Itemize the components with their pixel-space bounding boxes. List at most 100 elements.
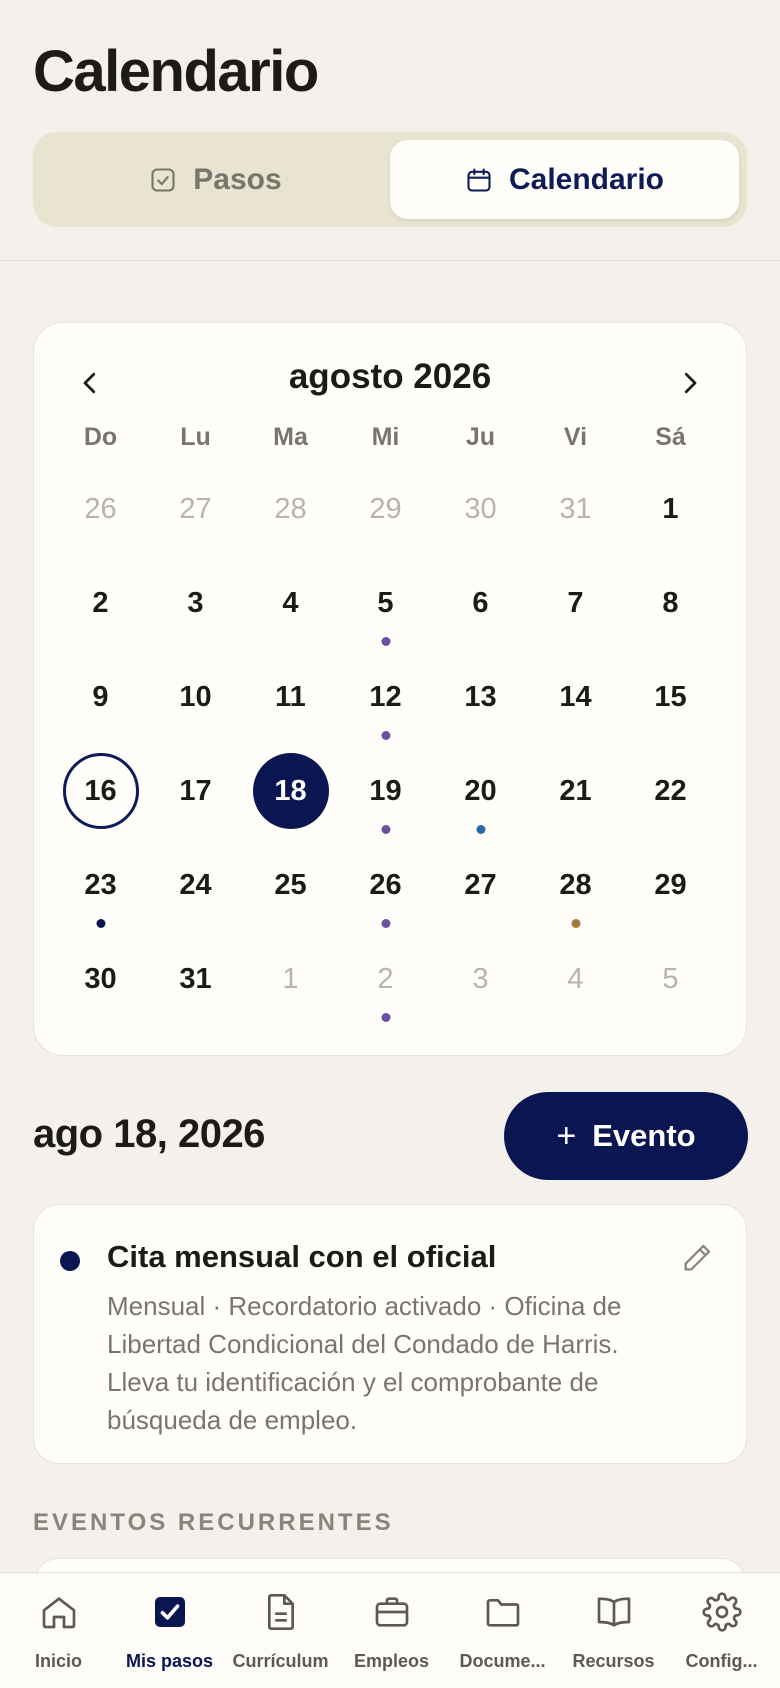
nav-recursos[interactable]: Recursos [558, 1573, 669, 1688]
calendar-day[interactable]: 5 [338, 565, 433, 646]
calendar-day[interactable]: 31 [148, 941, 243, 1021]
calendar-day-number: 9 [92, 680, 109, 713]
page-title: Calendario [33, 39, 319, 104]
calendar-day[interactable]: 7 [528, 565, 623, 645]
calendar-day-number: 28 [559, 868, 592, 901]
calendar-day[interactable]: 2 [338, 941, 433, 1022]
calendar-day[interactable]: 19 [338, 753, 433, 834]
calendar-day[interactable]: 8 [623, 565, 718, 645]
calendar-day[interactable]: 13 [433, 659, 528, 739]
calendar-day[interactable]: 23 [53, 847, 148, 928]
event-indicator-dot [571, 919, 580, 928]
calendar-day[interactable]: 9 [53, 659, 148, 739]
tab-pasos[interactable]: Pasos [41, 140, 390, 219]
nav-mis-pasos-label: Mis pasos [125, 1651, 214, 1671]
weekday-label: Sá [655, 423, 686, 451]
calendar-day-number: 7 [567, 586, 584, 619]
event-indicator-dot [381, 1013, 390, 1022]
calendar-day[interactable]: 31 [528, 471, 623, 551]
calendar-day[interactable]: 30 [53, 941, 148, 1021]
weekday-label: Ju [465, 423, 496, 451]
calendar-day-selected[interactable]: 18 [243, 753, 338, 833]
calendar-day[interactable]: 1 [243, 941, 338, 1021]
calendar-day-number: 4 [567, 962, 584, 995]
calendar-day[interactable]: 22 [623, 753, 718, 833]
calendar-day-number: 30 [464, 492, 497, 525]
nav-inicio[interactable]: Inicio [3, 1573, 114, 1688]
calendar-day-number: 26 [369, 868, 402, 901]
calendar-day[interactable]: 10 [148, 659, 243, 739]
calendar-day[interactable]: 21 [528, 753, 623, 833]
calendar-icon [467, 167, 491, 192]
nav-configuracion-label: Config... [685, 1651, 758, 1671]
calendar-day[interactable]: 6 [433, 565, 528, 645]
calendar-day[interactable]: 5 [623, 941, 718, 1021]
calendar-day-number: 1 [662, 492, 679, 525]
calendar-day[interactable]: 4 [528, 941, 623, 1021]
calendar-day[interactable]: 3 [148, 565, 243, 645]
calendar-day[interactable]: 3 [433, 941, 528, 1021]
calendar-day-number: 31 [179, 962, 212, 995]
calendar-day[interactable]: 26 [53, 471, 148, 551]
calendar-day[interactable]: 29 [338, 471, 433, 551]
nav-documentos[interactable]: Docume... [447, 1573, 558, 1688]
calendar-day[interactable]: 4 [243, 565, 338, 645]
calendar-day[interactable]: 25 [243, 847, 338, 927]
event-card[interactable]: Cita mensual con el oficial Mensual · Re… [33, 1204, 747, 1464]
weekday-label: Ma [273, 423, 308, 451]
calendar-day[interactable]: 24 [148, 847, 243, 927]
book-icon [597, 1597, 630, 1627]
calendar-day-number: 13 [464, 680, 497, 713]
checkbox-icon [151, 167, 175, 192]
calendar-day-number: 20 [464, 774, 497, 807]
nav-inicio-label: Inicio [34, 1651, 82, 1671]
calendar-day-number: 6 [472, 586, 489, 619]
calendar-day-number: 26 [84, 492, 117, 525]
recurring-section-label: EVENTOS RECURRENTES [33, 1509, 394, 1536]
nav-mis-pasos[interactable]: Mis pasos [114, 1573, 225, 1688]
calendar-day[interactable]: 26 [338, 847, 433, 928]
edit-event-button[interactable] [680, 1241, 720, 1281]
document-icon [267, 1594, 294, 1630]
checkbox-icon [154, 1597, 185, 1627]
calendar-day[interactable]: 30 [433, 471, 528, 551]
event-indicator-dot [381, 731, 390, 740]
event-description: Mensual · Recordatorio activado · Oficin… [107, 1291, 622, 1435]
calendar-day-number: 11 [275, 680, 306, 713]
nav-curriculum[interactable]: Currículum [225, 1573, 336, 1688]
calendar-day-number: 17 [179, 774, 212, 807]
calendar-day[interactable]: 17 [148, 753, 243, 833]
calendar-day[interactable]: 2 [53, 565, 148, 645]
calendar-day-number: 24 [179, 868, 212, 901]
event-title: Cita mensual con el oficial [107, 1239, 497, 1274]
calendar-day[interactable]: 15 [623, 659, 718, 739]
calendar-day[interactable]: 20 [433, 753, 528, 834]
calendar-day-number: 29 [654, 868, 687, 901]
calendar-day[interactable]: 12 [338, 659, 433, 740]
calendar-day-number: 3 [472, 962, 489, 995]
calendar-day[interactable]: 27 [433, 847, 528, 927]
calendar-card: agosto 2026 Do Lu Ma Mi Ju Vi Sá 26 27 28 29 30 31 1… [33, 322, 747, 1056]
header-divider [0, 260, 780, 261]
calendar-day-today[interactable]: 16 [53, 753, 148, 833]
next-month-button[interactable] [660, 353, 720, 413]
pencil-icon [684, 1244, 711, 1271]
nav-empleos[interactable]: Empleos [336, 1573, 447, 1688]
add-event-button[interactable]: + Evento [504, 1092, 748, 1180]
calendar-day[interactable]: 1 [623, 471, 718, 551]
calendar-day[interactable]: 14 [528, 659, 623, 739]
view-toggle: Pasos Calendario [33, 132, 747, 227]
calendar-day-number: 27 [179, 492, 212, 525]
event-indicator-dot [381, 637, 390, 646]
event-indicator-dot [381, 825, 390, 834]
calendar-day-number: 12 [369, 680, 402, 713]
calendar-day[interactable]: 28 [528, 847, 623, 928]
calendar-day-number: 5 [377, 586, 394, 619]
calendar-day-number: 30 [84, 962, 117, 995]
calendar-day[interactable]: 28 [243, 471, 338, 551]
calendar-day[interactable]: 11 [243, 659, 338, 739]
calendar-day[interactable]: 27 [148, 471, 243, 551]
calendar-day[interactable]: 29 [623, 847, 718, 927]
tab-calendario[interactable]: Calendario [390, 140, 739, 219]
nav-configuracion[interactable]: Config... [666, 1573, 777, 1688]
